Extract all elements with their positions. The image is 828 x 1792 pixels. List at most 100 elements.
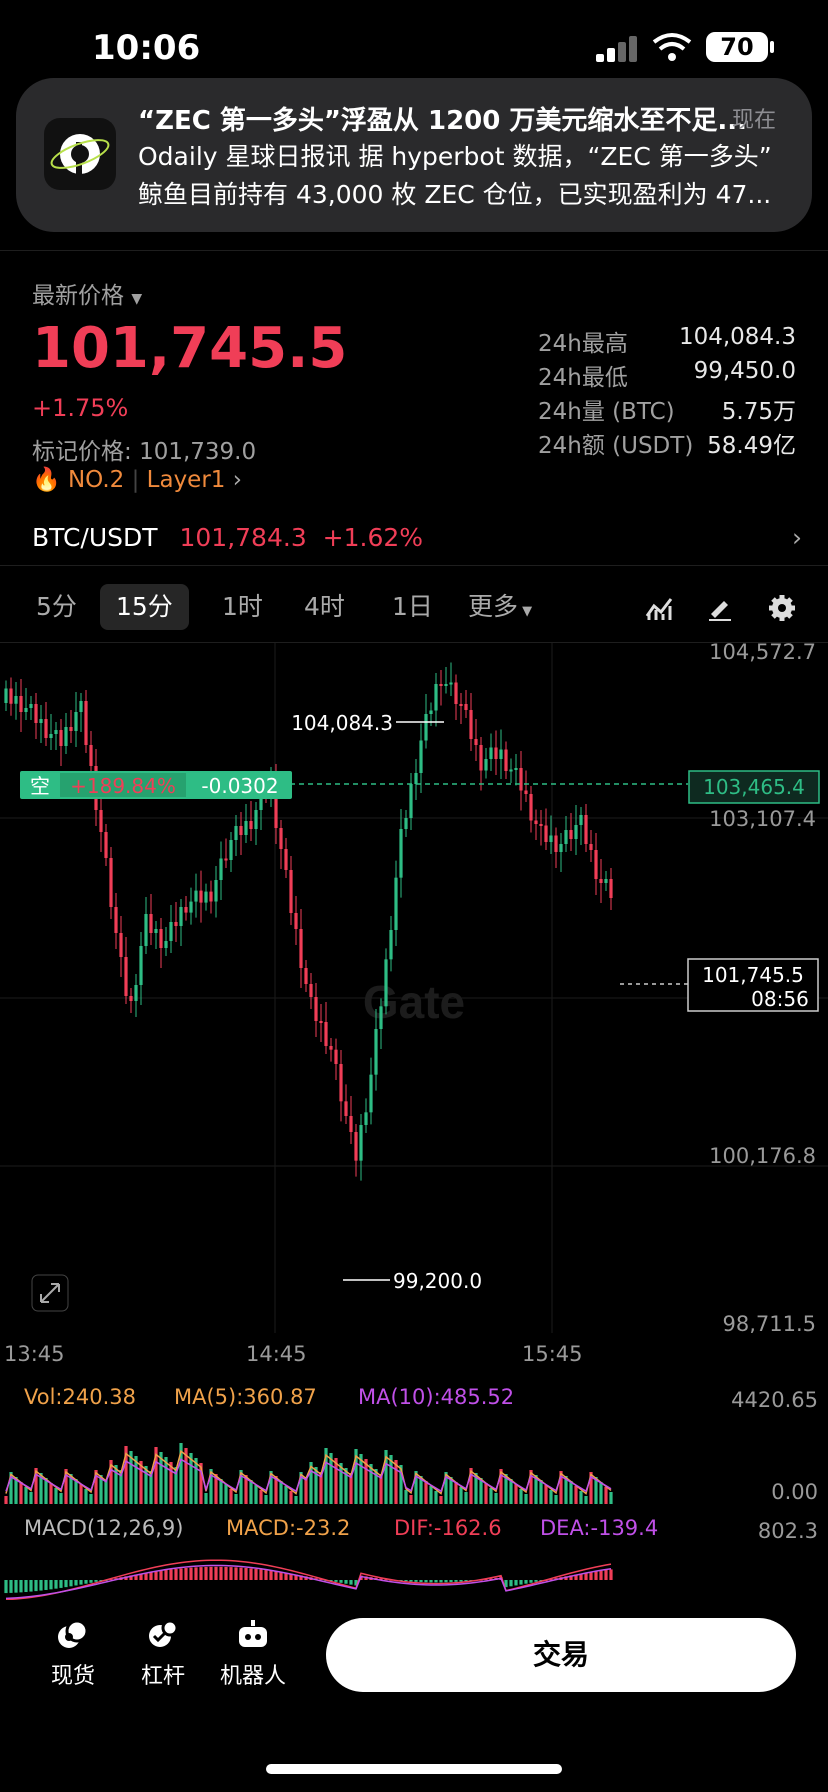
macd-histogram-bar: [149, 1572, 153, 1580]
macd-histogram-bar: [419, 1580, 423, 1583]
volume-bar: [224, 1484, 228, 1504]
high-price-marker: 104,084.3: [291, 711, 393, 735]
macd-histogram-bar: [44, 1580, 48, 1590]
macd-histogram-bar: [514, 1580, 518, 1586]
candle-body: [449, 682, 453, 685]
candle-body: [334, 1049, 338, 1064]
trade-button[interactable]: 交易: [326, 1618, 796, 1692]
macd-histogram-bar: [259, 1569, 263, 1580]
fire-icon: 🔥: [32, 467, 61, 493]
candle-body: [394, 877, 398, 930]
candle-body: [239, 826, 243, 835]
macd-histogram-bar: [214, 1566, 218, 1580]
candle-body: [74, 712, 78, 731]
macd-histogram-bar: [269, 1570, 273, 1580]
divider: [0, 565, 828, 566]
macd-histogram-bar: [179, 1568, 183, 1580]
nav-leverage[interactable]: 杠杆: [128, 1618, 198, 1690]
candle-body: [339, 1064, 343, 1102]
volume-bar: [524, 1494, 528, 1504]
position-tag[interactable]: 空 +189.84% -0.0302: [20, 771, 292, 799]
volume-bar: [459, 1487, 463, 1504]
tab-5m[interactable]: 5分: [20, 584, 93, 630]
notification-time: 现在: [732, 108, 777, 133]
tags-row[interactable]: 🔥 NO.2 | Layer1 ›: [32, 466, 242, 493]
notification-body-line1: Odaily 星球日报讯 据 hyperbot 数据，“ZEC 第一多头”: [138, 142, 772, 171]
candle-body: [69, 727, 73, 731]
candle-body: [369, 1074, 373, 1113]
x-tick-label: 14:45: [246, 1342, 307, 1366]
nav-spot[interactable]: 现货: [38, 1618, 108, 1690]
macd-histogram-bar: [409, 1580, 413, 1582]
last-price: 101,745.5: [32, 316, 348, 381]
x-tick-label: 13:45: [4, 1342, 65, 1366]
macd-chart: [4, 1559, 613, 1600]
nav-bot[interactable]: 机器人: [210, 1618, 296, 1690]
volume-bar: [429, 1486, 433, 1504]
candlestick-chart[interactable]: Gate 104,572.7 103,107.4 100,176.8 98,71…: [0, 643, 828, 1333]
candle-body: [144, 914, 148, 946]
candle-body: [299, 929, 303, 968]
candle-body: [374, 1029, 378, 1075]
candle-body: [509, 769, 513, 772]
macd-histogram-bar: [29, 1580, 33, 1592]
candle-body: [524, 790, 528, 794]
settings-gear-icon[interactable]: [768, 594, 796, 622]
candles: [4, 662, 613, 1181]
robot-icon: [239, 1620, 267, 1647]
macd-histogram-bar: [349, 1580, 353, 1585]
macd-histogram-bar: [9, 1580, 13, 1593]
candle-body: [389, 930, 393, 960]
volume-bar: [79, 1484, 83, 1504]
volume-bar: [579, 1491, 583, 1504]
tab-1d[interactable]: 1日: [376, 584, 449, 630]
macd-histogram-bar: [234, 1567, 238, 1580]
tab-15m[interactable]: 15分: [100, 584, 189, 630]
volume-bar: [294, 1496, 298, 1504]
volume-bar: [454, 1482, 458, 1504]
candle-body: [534, 820, 538, 824]
expand-icon[interactable]: [31, 1274, 69, 1312]
pair-row[interactable]: BTC/USDT 101,784.3 +1.62% ›: [32, 523, 802, 552]
home-indicator[interactable]: [266, 1764, 562, 1774]
macd-histogram-bar: [24, 1580, 28, 1593]
macd-histogram-bar: [524, 1580, 528, 1584]
candle-body: [179, 907, 183, 926]
candle-body: [159, 929, 163, 948]
candle-body: [304, 968, 308, 984]
candle-body: [579, 815, 583, 825]
volume-bar: [19, 1482, 23, 1504]
macd-histogram-bar: [274, 1571, 278, 1580]
candle-body: [169, 922, 173, 941]
battery-cap: [770, 41, 774, 53]
stat-value: 99,450.0: [693, 358, 796, 384]
candle-body: [329, 1046, 333, 1050]
mark-price-value: 101,739.0: [139, 439, 257, 465]
macd-histogram-bar: [429, 1580, 433, 1583]
position-qty: -0.0302: [201, 774, 278, 798]
tab-4h[interactable]: 4时: [288, 584, 361, 630]
macd-histogram-bar: [184, 1567, 188, 1580]
y-tick-label: 104,572.7: [709, 643, 816, 664]
macd-histogram-bar: [254, 1568, 258, 1580]
candle-body: [419, 740, 423, 773]
latest-price-dropdown[interactable]: 最新价格 ▼: [32, 276, 142, 310]
status-time: 10:06: [92, 28, 201, 68]
macd-histogram-bar: [459, 1580, 463, 1582]
y-tick-label: 103,107.4: [709, 807, 816, 831]
volume-bar: [544, 1485, 548, 1504]
candle-body: [174, 922, 178, 926]
tab-1h[interactable]: 1时: [206, 584, 279, 630]
candle-body: [9, 688, 13, 704]
candle-body: [119, 933, 123, 957]
tab-more[interactable]: 更多 ▼: [452, 584, 548, 630]
macd-histogram-bar: [189, 1567, 193, 1580]
draw-pen-icon[interactable]: [706, 594, 734, 622]
volume-bar: [264, 1495, 268, 1504]
candle-body: [569, 830, 573, 839]
indicator-icon[interactable]: [644, 594, 674, 622]
macd-histogram-bar: [594, 1571, 598, 1580]
battery-icon: 70: [706, 32, 768, 62]
candle-body: [4, 688, 8, 703]
volume-bar: [609, 1492, 613, 1504]
